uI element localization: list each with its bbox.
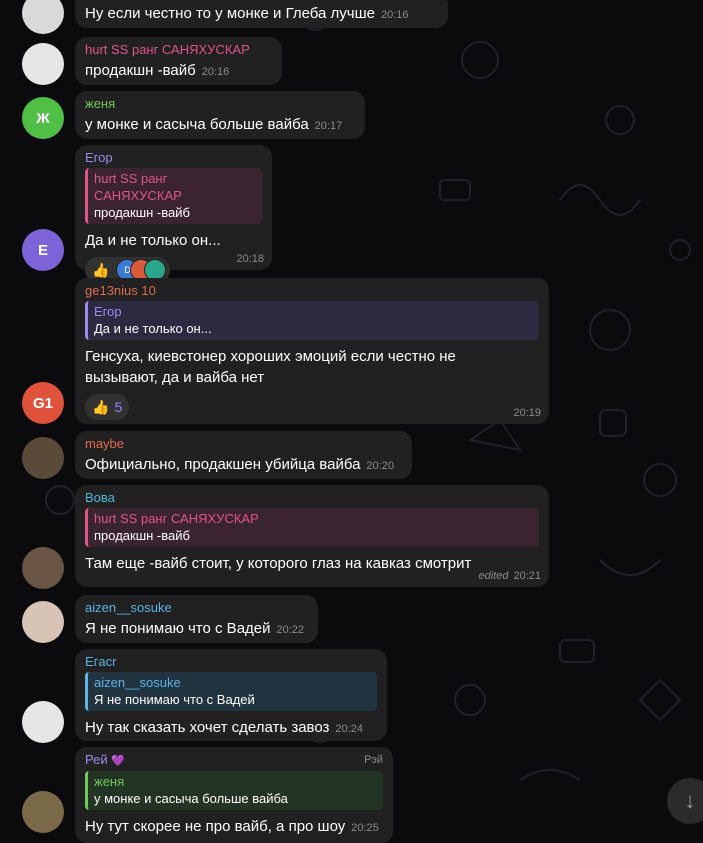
message-time: 20:24	[335, 723, 363, 735]
message-bubble[interactable]: Егор hurt SS ранг САНЯХУСКАР продакшн -в…	[75, 145, 272, 283]
avatar[interactable]: Ж	[22, 97, 64, 139]
message-time: 20:25	[351, 822, 379, 834]
avatar-letter: Ж	[36, 109, 50, 127]
sender-name[interactable]: Вова	[85, 490, 539, 506]
reply-quote[interactable]: hurt SS ранг САНЯХУСКАР продакшн -вайб	[85, 168, 262, 224]
message-time: 20:18	[236, 253, 264, 265]
message-time: 20:19	[513, 407, 541, 419]
message-text: Генсуха, киевстонер хороших эмоций если …	[85, 348, 456, 365]
edited-label: edited	[478, 570, 509, 582]
message-text: Я не понимаю что с Вадей	[85, 620, 271, 637]
arrow-down-icon: ↓	[684, 788, 696, 813]
sender-name[interactable]: женя	[85, 96, 355, 112]
message-time: 20:22	[276, 624, 305, 636]
reply-sender: женя	[94, 774, 125, 789]
message-text: Там еще -вайб стоит, у которого глаз на …	[85, 555, 472, 572]
sender-name[interactable]: Eгacr	[85, 654, 377, 670]
reply-text: у монке и сасыча больше вайба	[94, 791, 288, 806]
sender-name[interactable]: Егор	[85, 150, 262, 166]
sender-name[interactable]: Рей 💜 Рэй	[85, 752, 383, 769]
message-time: 20:16	[201, 66, 230, 78]
message-text: Ну если честно то у монке и Глеба лучше	[85, 5, 375, 22]
message-bubble[interactable]: aizen__sosuke Я не понимаю что с Вадей 20…	[75, 595, 318, 643]
reply-text: Да и не только он...	[94, 321, 212, 336]
avatar-letter: E	[37, 241, 48, 259]
thumbs-up-icon: 👍	[92, 398, 110, 415]
message-text: продакшн -вайб	[85, 62, 196, 79]
reply-quote[interactable]: aizen__sosuke Я не понимаю что с Вадей	[85, 672, 377, 711]
avatar[interactable]: E	[22, 229, 64, 271]
sender-name[interactable]: maybe	[85, 436, 402, 452]
reply-text: продакшн -вайб	[94, 205, 190, 220]
reply-text: продакшн -вайб	[94, 528, 190, 543]
sender-name-text: Рей	[85, 752, 108, 767]
avatar[interactable]	[22, 43, 64, 85]
avatar[interactable]	[22, 547, 64, 589]
message-bubble[interactable]: Вова hurt SS ранг САНЯХУСКАР продакшн -в…	[75, 485, 549, 587]
message-time: 20:17	[314, 120, 343, 132]
message-time: 20:16	[380, 9, 409, 21]
message-bubble[interactable]: Eгacr aizen__sosuke Я не понимаю что с В…	[75, 649, 387, 741]
message-text: у монке и сасыча больше вайба	[85, 116, 309, 133]
avatar-letter: G1	[32, 394, 53, 412]
message-time: 20:20	[366, 460, 394, 472]
message-bubble[interactable]: maybe Официально, продакшен убийца вайба…	[75, 431, 412, 479]
avatar[interactable]	[22, 791, 64, 833]
reply-quote[interactable]: hurt SS ранг САНЯХУСКАР продакшн -вайб	[85, 508, 539, 547]
reply-sender: hurt SS ранг САНЯХУСКАР	[94, 171, 182, 203]
message-text: вызывают, да и вайба нет	[85, 369, 265, 386]
member-tag: Рэй	[364, 754, 383, 766]
sender-name[interactable]: hurt SS ранг САНЯХУСКАР	[85, 42, 272, 58]
avatar[interactable]	[22, 701, 64, 743]
thumbs-up-icon: 👍	[92, 261, 110, 278]
sender-name[interactable]: aizen__sosuke	[85, 600, 308, 616]
message-bubble[interactable]: Ну если честно то у монке и Глеба лучше 2…	[75, 0, 448, 28]
reply-sender: hurt SS ранг САНЯХУСКАР	[94, 511, 259, 526]
reaction-count: 5	[114, 399, 123, 415]
message-text: Да и не только он...	[85, 232, 221, 249]
message-time: edited 20:21	[478, 570, 541, 582]
reply-text: Я не понимаю что с Вадей	[94, 692, 255, 707]
time-value: 20:21	[513, 570, 541, 582]
reply-quote[interactable]: женя у монке и сасыча больше вайба	[85, 771, 383, 810]
message-bubble[interactable]: ge13nius 10 Егор Да и не только он... Ге…	[75, 278, 549, 424]
avatar[interactable]	[22, 601, 64, 643]
message-bubble[interactable]: женя у монке и сасыча больше вайба 20:17	[75, 91, 365, 139]
message-text: Ну тут скорее не про вайб, а про шоу	[85, 818, 346, 835]
avatar[interactable]: G1	[22, 382, 64, 424]
message-bubble[interactable]: Рей 💜 Рэй женя у монке и сасыча больше в…	[75, 747, 393, 843]
crown-icon: 💜	[111, 755, 125, 767]
reply-sender: Егор	[94, 304, 122, 319]
reply-quote[interactable]: Егор Да и не только он...	[85, 301, 539, 340]
sender-name[interactable]: ge13nius 10	[85, 283, 539, 299]
reply-sender: aizen__sosuke	[94, 675, 181, 690]
message-text: Ну так сказать хочет сделать завоз	[85, 719, 330, 736]
message-text: Официально, продакшен убийца вайба	[85, 456, 361, 473]
reactions: 👍 5	[85, 394, 539, 420]
avatar[interactable]	[22, 437, 64, 479]
reaction-thumbs-up[interactable]: 👍 5	[85, 394, 130, 420]
message-bubble[interactable]: hurt SS ранг САНЯХУСКАР продакшн -вайб 20…	[75, 37, 282, 85]
